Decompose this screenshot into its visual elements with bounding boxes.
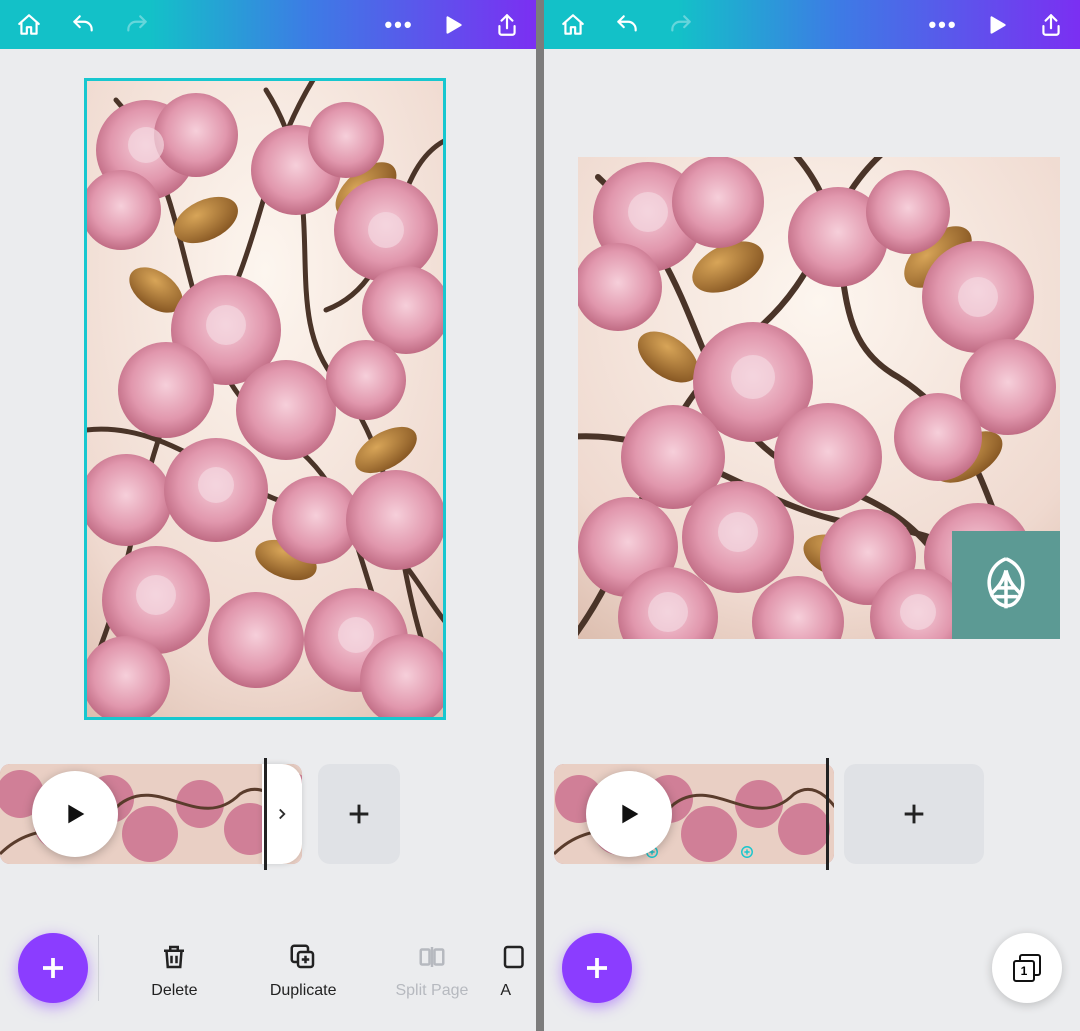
- top-app-bar: •••: [544, 0, 1080, 49]
- timeline-play-button[interactable]: [32, 771, 118, 857]
- pages-button[interactable]: 1: [992, 933, 1062, 1003]
- add-page-icon: [500, 942, 530, 972]
- split-icon: [417, 942, 447, 972]
- editor-pane-left: •••: [0, 0, 536, 1031]
- action-label: A: [500, 982, 511, 1000]
- audio-marker-icon: [739, 844, 755, 860]
- undo-icon[interactable]: [68, 10, 98, 40]
- playhead[interactable]: [826, 758, 829, 870]
- action-label: Delete: [151, 982, 197, 1000]
- timeline[interactable]: [544, 764, 1080, 864]
- share-icon[interactable]: [1036, 10, 1066, 40]
- action-duplicate[interactable]: Duplicate: [239, 942, 368, 1000]
- bottom-toolbar: Delete Duplicate Split Page A: [0, 901, 536, 1031]
- play-icon[interactable]: [438, 10, 468, 40]
- more-icon[interactable]: •••: [928, 10, 958, 40]
- playhead[interactable]: [264, 758, 267, 870]
- play-icon[interactable]: [982, 10, 1012, 40]
- share-icon[interactable]: [492, 10, 522, 40]
- page-count-badge: 1: [1013, 960, 1035, 982]
- more-icon[interactable]: •••: [384, 10, 414, 40]
- pane-divider: [536, 0, 544, 1031]
- timeline[interactable]: [0, 764, 536, 864]
- timeline-add-page[interactable]: [318, 764, 400, 864]
- canvas-page[interactable]: [86, 80, 444, 718]
- fab-add-button[interactable]: [562, 933, 632, 1003]
- action-truncated[interactable]: A: [496, 942, 536, 1000]
- action-label: Split Page: [395, 982, 468, 1000]
- redo-icon: [122, 10, 152, 40]
- timeline-play-button[interactable]: [586, 771, 672, 857]
- action-label: Duplicate: [270, 982, 337, 1000]
- trash-icon: [159, 942, 189, 972]
- fab-add-button[interactable]: [18, 933, 88, 1003]
- timeline-add-page[interactable]: [844, 764, 984, 864]
- editor-pane-right: •••: [544, 0, 1080, 1031]
- leaf-icon: [971, 550, 1041, 620]
- top-app-bar: •••: [0, 0, 536, 49]
- canvas-image[interactable]: [86, 80, 444, 718]
- divider: [98, 935, 99, 1001]
- watermark-badge[interactable]: [952, 531, 1060, 639]
- home-icon[interactable]: [558, 10, 588, 40]
- action-split-page: Split Page: [368, 942, 497, 1000]
- clip-extend-handle[interactable]: [262, 764, 302, 864]
- redo-icon: [666, 10, 696, 40]
- canvas-page[interactable]: [578, 157, 1060, 639]
- action-delete[interactable]: Delete: [110, 942, 239, 1000]
- duplicate-icon: [288, 942, 318, 972]
- bottom-toolbar: 1: [544, 901, 1080, 1031]
- undo-icon[interactable]: [612, 10, 642, 40]
- home-icon[interactable]: [14, 10, 44, 40]
